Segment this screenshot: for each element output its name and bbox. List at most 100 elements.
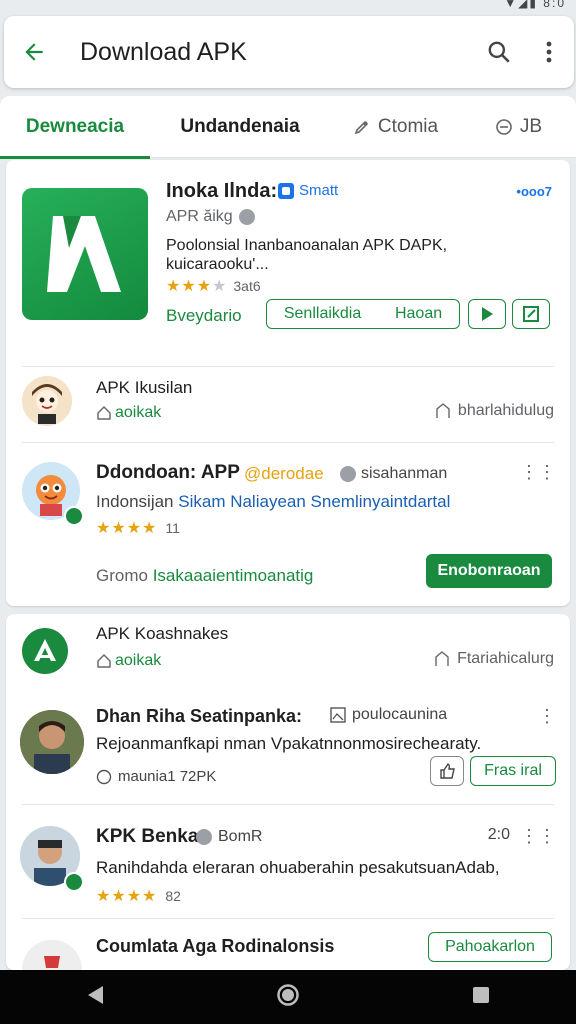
install-button[interactable]: Pahoakarlon xyxy=(428,932,552,962)
like-button[interactable] xyxy=(430,756,464,786)
featured-subtitle-text: APR ăikg xyxy=(166,208,233,225)
app-title[interactable]: Dhan Riha Seatinpanka: xyxy=(96,706,302,727)
list-item-sub: aoikak xyxy=(96,652,161,670)
app-count: 2:0 xyxy=(487,826,510,843)
more-vert-icon[interactable]: ⋮ xyxy=(538,706,556,727)
smart-badge: Smatt xyxy=(278,182,338,199)
badge-icon xyxy=(196,829,212,845)
circle-home-icon xyxy=(277,983,299,1006)
recents-nav-button[interactable] xyxy=(471,985,491,1010)
app-title[interactable]: KPK Benka xyxy=(96,826,198,848)
app-tag[interactable]: @derodae xyxy=(244,464,324,484)
app-description: Indonsijan Sikam Naliayean Snemlinyaintd… xyxy=(96,492,450,512)
info-circle-icon xyxy=(96,769,112,784)
divider xyxy=(22,804,554,805)
home-nav-button[interactable] xyxy=(276,983,300,1012)
tab-jb[interactable]: JB xyxy=(460,96,576,158)
tab-label: Ctomia xyxy=(377,115,439,137)
person-photo-icon xyxy=(20,710,84,774)
featured-app-title[interactable]: Inoka Ilnda: xyxy=(166,180,277,203)
app-logo[interactable] xyxy=(22,628,68,674)
back-nav-button[interactable] xyxy=(85,984,105,1011)
list-item-right-text: bharlahidulug xyxy=(457,402,554,419)
star-rating-icon: ★★★★ xyxy=(96,888,158,905)
search-button[interactable] xyxy=(474,16,524,88)
app-description-lead: Indonsijan xyxy=(96,492,174,511)
tab-download[interactable]: Dewneacia xyxy=(0,96,150,159)
home-outline-icon xyxy=(97,406,111,420)
app-meta-text: maunia1 72PK xyxy=(118,768,217,785)
arrow-back-icon xyxy=(25,43,43,61)
featured-button-right-label: Haoan xyxy=(394,305,443,322)
share-outline-icon xyxy=(435,651,449,666)
divider xyxy=(22,918,554,919)
divider xyxy=(22,366,554,367)
install-button[interactable]: Fras iral xyxy=(470,756,556,786)
featured-rating: ★★★★ 3at6 xyxy=(166,276,261,296)
download-button[interactable]: Enobonraoan xyxy=(426,554,552,588)
open-external-button[interactable] xyxy=(512,299,550,329)
cartoon-avatar-icon xyxy=(22,376,72,426)
app-rating: ★★★★ 11 xyxy=(96,518,180,538)
featured-action-button[interactable]: Senllaikdia Haoan xyxy=(266,299,460,329)
tab-ctomia[interactable]: Ctomia xyxy=(330,96,460,158)
search-icon xyxy=(488,41,510,63)
list-item-sub: aoikak xyxy=(96,404,161,422)
app-description: Rejoanmanfkapi nman Vpakatnnonmosirechea… xyxy=(96,734,482,753)
status-icons: ▼◢▮ 8:0 xyxy=(504,0,566,10)
app-footer-text: Isakaaaientimoanatig xyxy=(152,566,314,585)
featured-app-icon[interactable] xyxy=(22,188,148,320)
app-badge: poulocaunina xyxy=(330,706,447,724)
app-meta: maunia1 72PK xyxy=(96,768,216,785)
share-outline-icon xyxy=(436,403,450,418)
featured-card: Inoka Ilnda: Smatt •ooo7 APR ăikg Poolon… xyxy=(6,160,570,606)
featured-rating-text: 3at6 xyxy=(233,278,261,294)
rocket-icon xyxy=(352,117,372,137)
play-button[interactable] xyxy=(468,299,506,329)
drag-handle-icon[interactable]: ⋮⋮ xyxy=(520,826,556,847)
app-badge-text: poulocaunina xyxy=(352,706,448,723)
app-badge-text: sisahanman xyxy=(361,465,448,482)
drag-handle-icon[interactable]: ⋮⋮ xyxy=(520,462,556,483)
divider xyxy=(22,442,554,443)
app-description: Ranihdahda eleraran ohuaberahin pesakuts… xyxy=(96,858,500,877)
app-rating: ★★★★ 82 xyxy=(96,886,181,906)
list-item-title[interactable]: APK Koashnakes xyxy=(96,624,228,644)
back-button[interactable] xyxy=(4,16,64,88)
list-item-right[interactable]: bharlahidulug xyxy=(434,402,554,420)
verified-icon xyxy=(238,209,255,225)
list-item-right[interactable]: Ftariahicalurg xyxy=(433,650,554,668)
tab-label: Dewneacia xyxy=(25,115,125,137)
avatar[interactable] xyxy=(22,376,72,426)
featured-subtitle: APR ăikg xyxy=(166,208,255,226)
smart-badge-icon xyxy=(278,182,294,199)
featured-description: Poolonsial Inanbanoanalan APK DAPK, kuic… xyxy=(166,237,448,273)
letter-a-logo-icon xyxy=(34,639,56,661)
image-icon xyxy=(330,707,346,723)
page-title: Download APK xyxy=(80,37,247,66)
featured-label: Bveydario xyxy=(166,306,242,325)
app-avatar[interactable] xyxy=(20,710,84,774)
app-rating-count: 82 xyxy=(165,888,181,904)
triangle-back-icon xyxy=(88,985,104,1004)
app-footer-lead: Gromo xyxy=(96,566,148,585)
thumbs-up-icon xyxy=(440,763,455,779)
top-app-bar: Download APK xyxy=(4,16,574,88)
app-title[interactable]: Ddondoan: APP xyxy=(96,462,240,484)
letter-a-logo-icon xyxy=(47,216,121,292)
app-rating-count: 11 xyxy=(165,520,180,536)
system-nav-bar xyxy=(0,970,576,1024)
list-item-title[interactable]: APK Ikusilan xyxy=(96,378,192,398)
featured-more-indicator[interactable]: •ooo7 xyxy=(516,184,552,199)
open-external-icon xyxy=(523,306,539,322)
tab-undandenaia[interactable]: Undandenaia xyxy=(150,96,330,158)
list-item-right-text: Ftariahicalurg xyxy=(457,650,554,667)
app-badge: BomR xyxy=(196,828,262,846)
featured-button-left-label: Senllaikdia xyxy=(283,305,362,322)
app-title[interactable]: Coumlata Aga Rodinalonsis xyxy=(96,936,334,957)
app-badge-text: BomR xyxy=(218,828,263,845)
overflow-menu-button[interactable] xyxy=(524,16,574,88)
list-item-sub-text: aoikak xyxy=(115,404,162,421)
status-bar: ▼◢▮ 8:0 xyxy=(0,0,576,12)
tab-bar: Dewneacia Undandenaia Ctomia JB xyxy=(0,96,576,159)
